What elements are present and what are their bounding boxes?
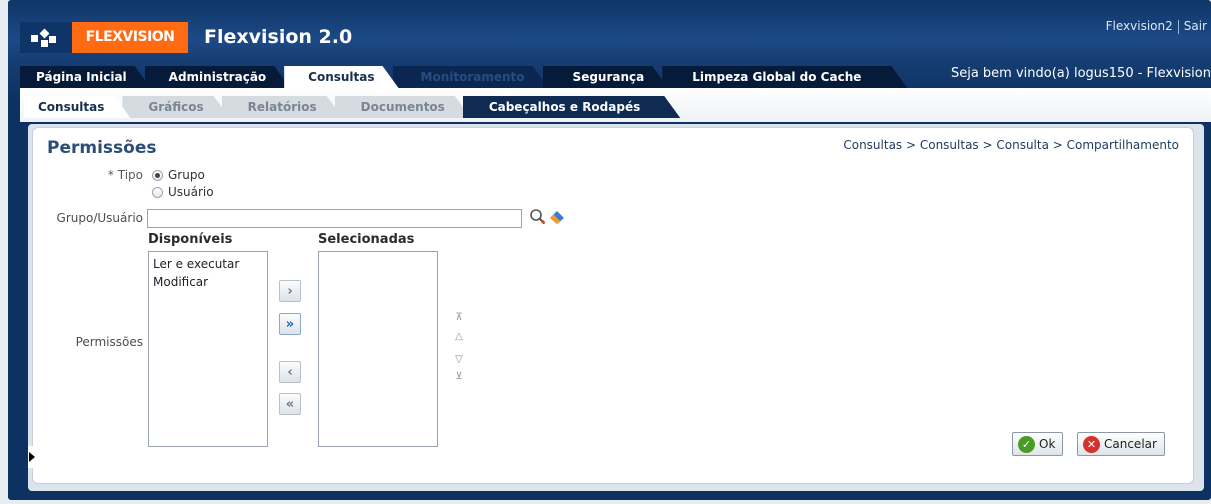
tab-consultas[interactable]: Consultas [284, 66, 398, 88]
clear-eraser-icon[interactable] [548, 208, 566, 226]
user-links: Flexvision2 Sair [1106, 19, 1207, 34]
sub-tabs: Consultas Gráficos Relatórios Documentos… [24, 96, 672, 118]
breadcrumb[interactable]: Consultas > Consultas > Consulta > Compa… [843, 138, 1179, 152]
move-left-button[interactable]: ‹ [279, 361, 301, 383]
user-link[interactable]: Flexvision2 [1106, 19, 1173, 33]
check-icon: ✓ [1018, 435, 1035, 453]
logout-link[interactable]: Sair [1184, 19, 1207, 33]
radio-grupo-indicator[interactable] [152, 169, 163, 181]
subtab-graficos[interactable]: Gráficos [122, 96, 229, 118]
disponiveis-header: Disponíveis [148, 232, 233, 247]
tab-limpeza-cache[interactable]: Limpeza Global do Cache [662, 66, 907, 88]
subtab-relatorios[interactable]: Relatórios [222, 96, 343, 118]
disponiveis-list[interactable]: Ler e executar Modificar [148, 251, 268, 447]
subtab-documentos[interactable]: Documentos [335, 96, 471, 118]
sub-tab-bar: Consultas Gráficos Relatórios Documentos… [20, 88, 1211, 122]
logo-text: FLEXVISION [72, 22, 188, 53]
list-item[interactable]: Modificar [153, 273, 263, 291]
flexvision-logo: FLEXVISION [20, 22, 188, 53]
tab-pagina-inicial[interactable]: Página Inicial [20, 66, 151, 88]
move-up-icon[interactable]: △ [452, 330, 466, 342]
move-top-icon[interactable]: ⊼ [452, 311, 466, 323]
subtab-cabecalhos-rodapes[interactable]: Cabeçalhos e Rodapés [463, 96, 680, 118]
move-down-icon[interactable]: ▽ [452, 353, 466, 365]
radio-grupo-label: Grupo [168, 168, 205, 182]
radio-grupo[interactable]: Grupo [152, 168, 205, 182]
move-right-button[interactable]: › [279, 280, 301, 302]
grupo-usuario-input[interactable] [147, 209, 522, 228]
collapse-handle[interactable] [28, 446, 36, 468]
radio-usuario-indicator[interactable] [152, 186, 163, 198]
selecionadas-header: Selecionadas [318, 232, 415, 247]
cancel-x-icon: ✕ [1083, 435, 1100, 453]
cancel-button[interactable]: ✕ Cancelar [1077, 432, 1165, 456]
tipo-label: * Tipo [107, 168, 143, 182]
logo-mark-icon [20, 22, 72, 53]
radio-usuario[interactable]: Usuário [152, 185, 214, 199]
main-tabs: Página Inicial Administração Consultas M… [20, 66, 901, 88]
tab-seguranca[interactable]: Segurança [543, 66, 669, 88]
permissoes-label: Permissões [75, 335, 143, 349]
ok-button[interactable]: ✓ Ok [1012, 432, 1064, 456]
page-title: Permissões [47, 138, 157, 158]
move-all-right-button[interactable]: » [279, 313, 301, 335]
move-bottom-icon[interactable]: ⊻ [452, 370, 466, 382]
cancel-label: Cancelar [1104, 437, 1157, 451]
grupo-usuario-label: Grupo/Usuário [56, 211, 143, 225]
list-item[interactable]: Ler e executar [153, 255, 263, 273]
search-icon[interactable] [529, 208, 547, 226]
selecionadas-list[interactable] [318, 251, 438, 447]
tab-administracao[interactable]: Administração [145, 66, 291, 88]
ok-label: Ok [1039, 437, 1056, 451]
app-title: Flexvision 2.0 [204, 26, 353, 48]
divider [1177, 19, 1179, 34]
permissions-form: Permissões Consultas > Consultas > Consu… [32, 127, 1194, 484]
subtab-consultas[interactable]: Consultas [24, 96, 130, 118]
content-panel: Permissões Consultas > Consultas > Consu… [28, 124, 1204, 491]
welcome-message: Seja bem vindo(a) logus150 - Flexvision [950, 66, 1211, 81]
tab-monitoramento: Monitoramento [393, 66, 549, 88]
move-all-left-button[interactable]: « [279, 393, 301, 415]
radio-usuario-label: Usuário [168, 185, 214, 199]
app-frame: FLEXVISION Flexvision 2.0 Flexvision2 Sai… [8, 0, 1211, 500]
